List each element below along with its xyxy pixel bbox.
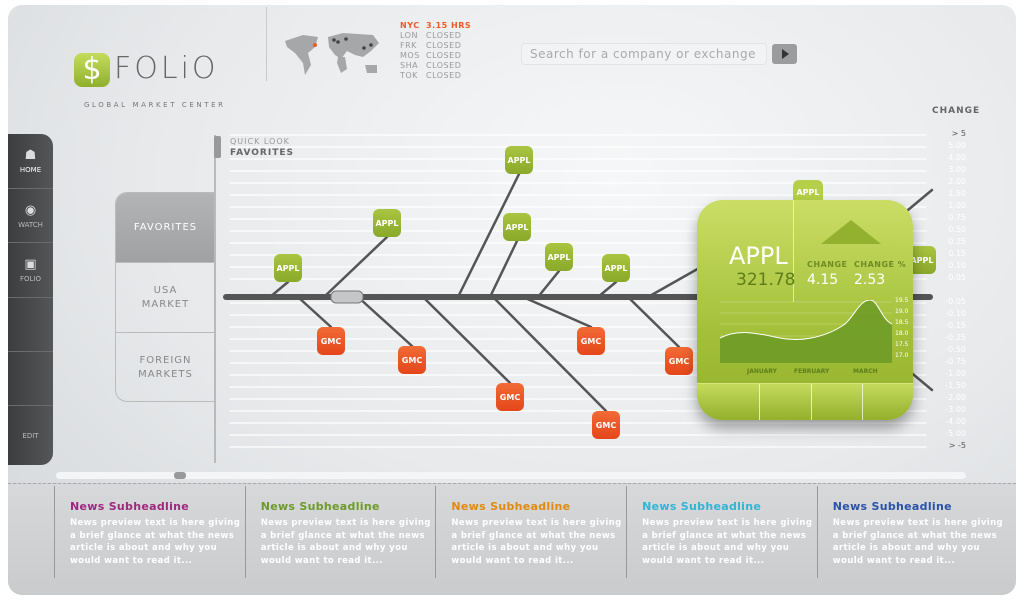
change-tick-label: -5.00	[945, 429, 966, 438]
change-tick-label: -0.10	[945, 309, 966, 318]
news-headline[interactable]: News Subheadline	[261, 500, 435, 513]
card-y-tick: 19.0	[895, 308, 909, 315]
change-value: 4.15	[807, 272, 839, 288]
month-label: JANUARY	[747, 368, 777, 375]
stock-tag-gmc[interactable]: GMC	[317, 327, 345, 355]
news-preview: News preview text is here giving a brief…	[70, 518, 241, 566]
change-tick-label: -2.00	[945, 393, 966, 402]
app-window: $ FOLiO GLOBAL MARKET CENTER NYC 3.15 HRS…	[8, 5, 1016, 595]
stock-tag-gmc[interactable]: GMC	[496, 383, 524, 411]
branch-line-up	[488, 239, 519, 299]
news-preview: News preview text is here giving a brief…	[451, 518, 622, 566]
branch-line-down	[521, 295, 593, 329]
stock-tag-gmc[interactable]: GMC	[665, 347, 693, 375]
stock-tag-appl[interactable]: APPL	[505, 146, 533, 174]
stock-tag-gmc[interactable]: GMC	[398, 346, 426, 374]
card-y-tick: 18.5	[895, 319, 909, 326]
horizontal-scroll-thumb[interactable]	[174, 472, 186, 479]
news-strip: News Subheadline News preview text is her…	[8, 483, 1016, 595]
change-tick-label: 1.00	[948, 201, 966, 210]
news-item[interactable]: News Subheadline News preview text is her…	[54, 486, 244, 578]
change-tick-label: 0.05	[948, 273, 966, 282]
month-label: MARCH	[853, 368, 878, 375]
change-tick-label: 4.00	[948, 153, 966, 162]
news-headline[interactable]: News Subheadline	[70, 500, 244, 513]
news-headline[interactable]: News Subheadline	[451, 500, 625, 513]
card-y-tick: 19.5	[895, 297, 909, 304]
change-tick-label: -3.00	[945, 405, 966, 414]
change-tick-label: 3.00	[948, 165, 966, 174]
horizontal-scrollbar[interactable]	[56, 472, 966, 479]
change-tick-label: 2.00	[948, 177, 966, 186]
news-item[interactable]: News Subheadline News preview text is her…	[435, 486, 625, 578]
branch-line-up	[536, 269, 561, 299]
change-tick-label: -0.25	[945, 333, 966, 342]
news-preview: News preview text is here giving a brief…	[642, 518, 813, 566]
stock-tag-gmc[interactable]: GMC	[592, 411, 620, 439]
stock-detail-card[interactable]: APPL 321.78 CHANGE 4.15 CHANGE % 2.53 19…	[697, 200, 913, 420]
card-price: 321.78	[736, 270, 796, 290]
change-tick-label: -0.05	[945, 297, 966, 306]
change-pct-label: CHANGE %	[854, 260, 907, 269]
change-tick-label: 0.75	[948, 213, 966, 222]
card-y-tick: 17.0	[895, 352, 909, 359]
news-headline[interactable]: News Subheadline	[642, 500, 816, 513]
change-tick-label: 0.50	[948, 225, 966, 234]
card-footer	[697, 383, 913, 420]
stock-tag-appl[interactable]: APPL	[373, 209, 401, 237]
stock-tag-appl[interactable]: APPL	[274, 254, 302, 282]
stock-tag-appl[interactable]: APPL	[545, 243, 573, 271]
change-tick-label: > -5	[948, 441, 966, 450]
month-label: FEBRUARY	[794, 368, 830, 375]
news-headline[interactable]: News Subheadline	[833, 500, 1007, 513]
change-tick-label: -0.75	[945, 357, 966, 366]
news-item[interactable]: News Subheadline News preview text is her…	[244, 486, 435, 578]
stock-tag-gmc[interactable]: GMC	[577, 327, 605, 355]
spine-handle[interactable]	[330, 290, 364, 304]
change-pct-value: 2.53	[854, 272, 886, 288]
branch-line-down	[296, 295, 333, 329]
stock-tag-appl[interactable]: APPL	[602, 254, 630, 282]
news-item[interactable]: News Subheadline News preview text is her…	[816, 486, 1007, 578]
news-preview: News preview text is here giving a brief…	[260, 518, 431, 566]
up-arrow-icon	[821, 220, 881, 244]
change-label: CHANGE	[807, 260, 848, 269]
change-tick-label: 0.25	[948, 237, 966, 246]
news-preview: News preview text is here giving a brief…	[832, 518, 1004, 566]
change-tick-label: -0.15	[945, 321, 966, 330]
card-y-tick: 18.0	[895, 330, 909, 337]
change-tick-label: -4.00	[945, 417, 966, 426]
branch-line-down	[421, 295, 512, 385]
change-tick-label: 1.50	[948, 189, 966, 198]
news-item[interactable]: News Subheadline News preview text is her…	[626, 486, 816, 578]
stock-tag-appl[interactable]: APPL	[503, 213, 531, 241]
card-symbol: APPL	[729, 242, 788, 270]
change-tick-label: > 5	[951, 129, 966, 138]
card-y-tick: 17.5	[895, 341, 909, 348]
change-tick-label: 5.00	[948, 141, 966, 150]
change-tick-label: -1.00	[945, 369, 966, 378]
change-tick-label: -0.50	[945, 345, 966, 354]
change-tick-label: -1.50	[945, 381, 966, 390]
